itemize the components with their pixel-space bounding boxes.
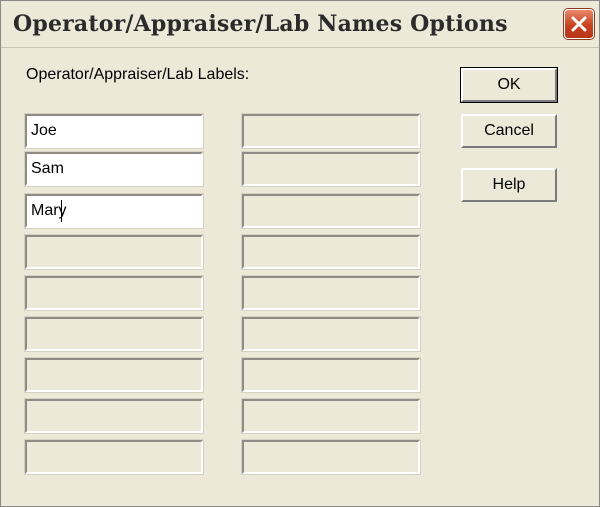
operator-field-12 <box>241 193 421 229</box>
operator-field-7 <box>24 357 204 393</box>
window-title: Operator/Appraiser/Lab Names Options <box>13 11 508 37</box>
operator-field-6 <box>24 316 204 352</box>
operator-field-15 <box>241 316 421 352</box>
help-button[interactable]: Help <box>461 168 557 202</box>
operator-field-10 <box>241 113 421 149</box>
ok-button[interactable]: OK <box>460 67 558 103</box>
operator-field-1[interactable] <box>24 113 204 149</box>
text-caret <box>61 200 62 222</box>
operator-field-9 <box>24 439 204 475</box>
operator-field-18 <box>241 439 421 475</box>
operator-field-2[interactable] <box>24 151 204 187</box>
operator-field-16 <box>241 357 421 393</box>
operator-field-13 <box>241 234 421 270</box>
title-bar[interactable]: Operator/Appraiser/Lab Names Options <box>1 1 599 48</box>
operator-field-17 <box>241 398 421 434</box>
close-button[interactable] <box>564 9 594 39</box>
operator-field-5 <box>24 275 204 311</box>
operator-field-4 <box>24 234 204 270</box>
dialog-window: Operator/Appraiser/Lab Names Options Ope… <box>0 0 600 507</box>
operator-field-8 <box>24 398 204 434</box>
operator-field-14 <box>241 275 421 311</box>
labels-heading: Operator/Appraiser/Lab Labels: <box>26 66 250 83</box>
close-icon <box>571 16 587 32</box>
operator-field-3[interactable] <box>24 193 204 229</box>
operator-field-11 <box>241 151 421 187</box>
cancel-button[interactable]: Cancel <box>461 114 557 148</box>
